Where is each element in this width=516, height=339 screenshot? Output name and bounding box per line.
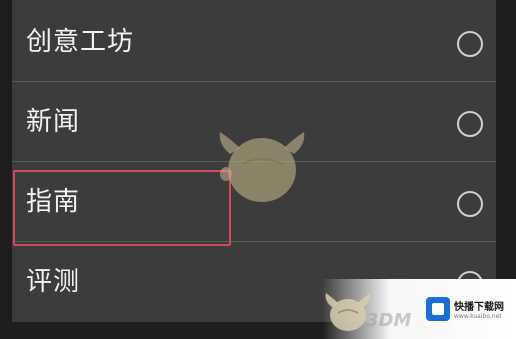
watermark-site-url: www.kuaibo.net <box>454 313 502 320</box>
radio-button[interactable] <box>457 31 483 57</box>
watermark-brand-text: 3DM <box>366 310 412 331</box>
highlight-box <box>13 170 231 246</box>
site-logo-icon <box>426 297 450 321</box>
screenshot-frame: 创意工坊 新闻 指南 评测 3DM 快播下载网 www.kuaibo.net <box>0 0 516 339</box>
option-label: 创意工坊 <box>26 27 135 57</box>
option-label: 新闻 <box>26 107 81 137</box>
radio-button[interactable] <box>457 111 483 137</box>
option-workshop[interactable]: 创意工坊 <box>12 2 496 82</box>
mascot-watermark-icon <box>219 132 305 202</box>
option-label: 评测 <box>26 267 81 297</box>
watermark-site-name: 快播下载网 <box>454 302 504 313</box>
radio-button[interactable] <box>457 191 483 217</box>
